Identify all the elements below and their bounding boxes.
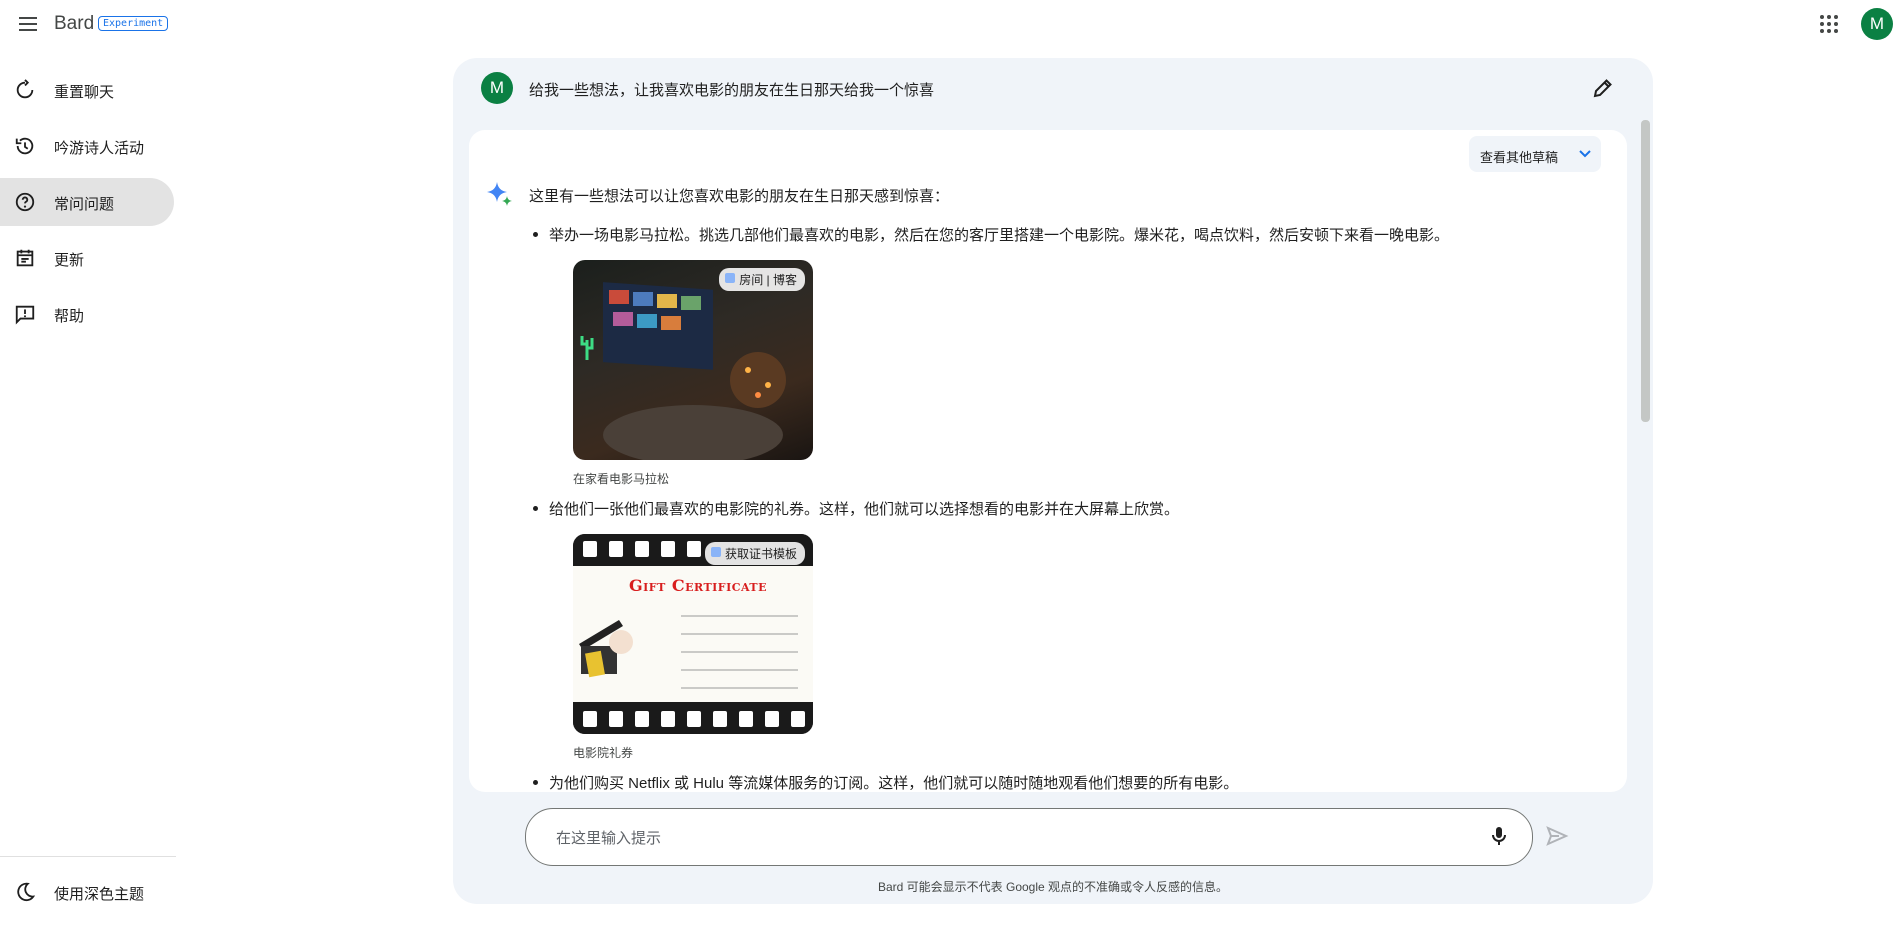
image-source-badge[interactable]: 获取证书模板 [704, 542, 805, 565]
menu-icon[interactable] [16, 12, 40, 36]
help-circle-icon [14, 191, 36, 213]
chat-panel: M 给我一些想法，让我喜欢电影的朋友在生日那天给我一个惊喜 查看其他草稿 这里有… [453, 58, 1653, 904]
calendar-icon [14, 247, 36, 269]
moon-icon [14, 881, 36, 903]
sidebar-item-label: 常问问题 [54, 196, 115, 213]
sidebar-item-label: 重置聊天 [54, 84, 115, 101]
sidebar-divider [0, 856, 176, 857]
apps-grid-icon[interactable] [1817, 12, 1841, 36]
prompt-input[interactable]: 在这里输入提示 [525, 808, 1533, 866]
list-item: 给他们一张他们最喜欢的电影院的礼券。这样，他们就可以选择想看的电影并在大屏幕上欣… [532, 498, 1179, 519]
scrollbar-thumb[interactable] [1641, 120, 1650, 422]
microphone-icon[interactable] [1487, 824, 1511, 848]
history-icon [14, 135, 36, 157]
reset-icon [14, 79, 36, 101]
bard-sparkle-icon [485, 180, 513, 208]
list-item: 为他们购买 Netflix 或 Hulu 等流媒体服务的订阅。这样，他们就可以随… [532, 772, 1238, 792]
list-item: 举办一场电影马拉松。挑选几部他们最喜欢的电影，然后在您的客厅里搭建一个电影院。爆… [532, 224, 1449, 245]
certificate-title: Gift Certificate [629, 576, 767, 595]
app-title[interactable]: Bard [54, 13, 94, 35]
dark-theme-toggle[interactable]: 使用深色主题 [0, 868, 176, 916]
sidebar-item-updates[interactable]: 更新 [0, 234, 174, 282]
sidebar-item-reset-chat[interactable]: 重置聊天 [0, 66, 174, 114]
site-favicon-icon [725, 273, 736, 283]
sidebar-item-activity[interactable]: 吟游诗人活动 [0, 122, 174, 170]
chevron-down-icon [1577, 146, 1593, 162]
send-icon[interactable] [1545, 824, 1569, 848]
image-caption: 电影院礼券 [573, 746, 634, 760]
user-prompt-text: 给我一些想法，让我喜欢电影的朋友在生日那天给我一个惊喜 [529, 82, 935, 99]
view-drafts-label: 查看其他草稿 [1480, 150, 1559, 165]
disclaimer-text: Bard 可能会显示不代表 Google 观点的不准确或令人反感的信息。 [877, 880, 1229, 894]
image-caption: 在家看电影马拉松 [573, 472, 670, 486]
sidebar-item-label: 帮助 [54, 308, 85, 325]
bard-response: 查看其他草稿 这里有一些想法可以让您喜欢电影的朋友在生日那天感到惊喜： 举办一场… [469, 130, 1627, 792]
account-avatar[interactable]: M [1861, 8, 1893, 40]
view-drafts-button[interactable]: 查看其他草稿 [1469, 136, 1601, 172]
experiment-badge: Experiment [98, 16, 169, 31]
sidebar-item-label: 吟游诗人活动 [54, 140, 145, 157]
top-bar: Bard Experiment M [0, 0, 1900, 48]
prompt-input-placeholder: 在这里输入提示 [556, 830, 662, 847]
sidebar-item-label: 更新 [54, 252, 85, 269]
edit-icon[interactable] [1591, 76, 1615, 100]
response-intro: 这里有一些想法可以让您喜欢电影的朋友在生日那天感到惊喜： [529, 188, 950, 205]
user-avatar: M [481, 72, 513, 104]
sidebar: 重置聊天 吟游诗人活动 常问问题 更新 帮助 [0, 66, 176, 346]
image-gift-certificate[interactable]: Gift Certificate 获取证书模板 [573, 534, 813, 734]
image-movie-marathon[interactable]: 房间 | 博客 [573, 260, 813, 460]
feedback-icon [14, 303, 36, 325]
image-source-badge[interactable]: 房间 | 博客 [719, 268, 805, 291]
sidebar-item-faq[interactable]: 常问问题 [0, 178, 174, 226]
site-favicon-icon [710, 547, 721, 557]
sidebar-item-help[interactable]: 帮助 [0, 290, 174, 338]
dark-theme-label: 使用深色主题 [54, 886, 145, 903]
user-message: M 给我一些想法，让我喜欢电影的朋友在生日那天给我一个惊喜 [453, 58, 1653, 128]
